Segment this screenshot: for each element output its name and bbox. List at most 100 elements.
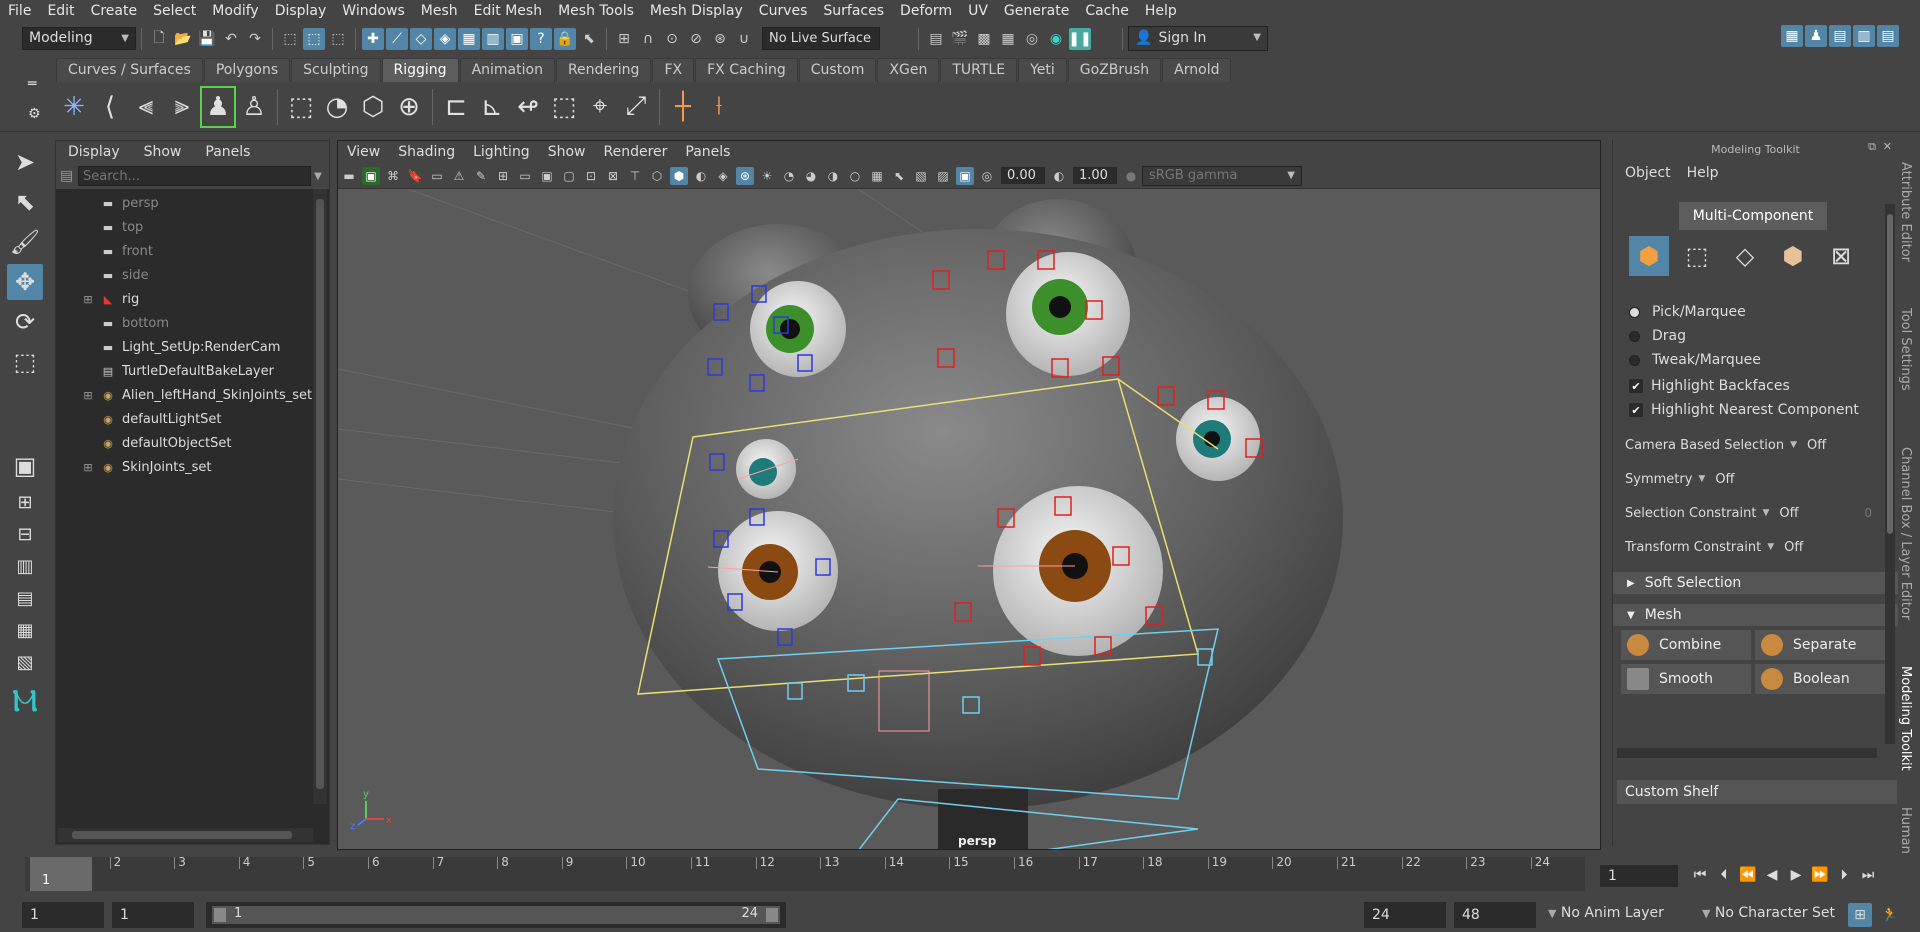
- menu-mesh-display[interactable]: Mesh Display: [642, 0, 751, 22]
- menu-surfaces[interactable]: Surfaces: [815, 0, 892, 22]
- lasso-tool-icon[interactable]: ⬉: [7, 184, 43, 220]
- menu-display[interactable]: Display: [267, 0, 335, 22]
- checkbox[interactable]: ✔: [1629, 403, 1643, 417]
- mesh-section[interactable]: ▼ Mesh: [1613, 604, 1898, 626]
- tool-settings-icon[interactable]: ▥: [1853, 25, 1875, 47]
- side-by-side-icon[interactable]: ⊟: [7, 520, 43, 548]
- menu-modify[interactable]: Modify: [204, 0, 266, 22]
- animation-start-field[interactable]: 1: [22, 902, 104, 928]
- exposure-field[interactable]: 0.00: [1001, 167, 1045, 184]
- menu-cache[interactable]: Cache: [1077, 0, 1137, 22]
- outliner-item[interactable]: ▬ front: [56, 239, 329, 263]
- current-frame-marker[interactable]: 1: [30, 857, 92, 891]
- maya-logo-icon[interactable]: Ⲙ: [7, 681, 43, 719]
- human-ik-icon[interactable]: ♟: [1805, 25, 1827, 47]
- xray-joints-icon[interactable]: ▧: [912, 167, 930, 185]
- filter-icon[interactable]: ▤: [60, 168, 78, 184]
- persp-graph-icon[interactable]: ▥: [7, 552, 43, 580]
- menu-mesh-tools[interactable]: Mesh Tools: [550, 0, 642, 22]
- hypershade-icon[interactable]: ◎: [1021, 28, 1043, 50]
- aim-constraint-icon[interactable]: ⤢: [618, 86, 654, 128]
- shelf-tab-fx[interactable]: FX: [652, 57, 695, 83]
- select-handles-icon[interactable]: ✚: [362, 27, 384, 50]
- menu-file[interactable]: File: [0, 0, 39, 22]
- menu-select[interactable]: Select: [145, 0, 204, 22]
- scrollbar-thumb[interactable]: [316, 199, 324, 789]
- toolkit-vertical-scrollbar[interactable]: [1885, 204, 1895, 744]
- boolean-button[interactable]: Boolean: [1755, 664, 1885, 694]
- outliner-menu-panels[interactable]: Panels: [193, 141, 262, 163]
- expand-icon[interactable]: ⊞: [80, 293, 96, 306]
- range-handle[interactable]: 1 24: [212, 906, 780, 924]
- arnold-render-icon[interactable]: ◉: [1045, 28, 1067, 50]
- animation-end-field[interactable]: 48: [1454, 902, 1536, 928]
- uv-mode-icon[interactable]: ⊠: [1821, 236, 1861, 276]
- selection-mode-option[interactable]: Tweak/Marquee: [1629, 348, 1898, 372]
- outliner-search-input[interactable]: [78, 166, 311, 186]
- channel-box-icon[interactable]: ▤: [1877, 25, 1899, 47]
- open-scene-icon[interactable]: 📂: [172, 28, 194, 50]
- shelf-tab-turtle[interactable]: TURTLE: [940, 57, 1018, 83]
- chevron-down-icon[interactable]: ▼: [1790, 440, 1797, 450]
- outliner-vertical-scrollbar[interactable]: [313, 189, 327, 804]
- animation-prefs-icon[interactable]: 🏃: [1878, 903, 1902, 927]
- radio-button[interactable]: [1629, 354, 1640, 366]
- menu-edit-mesh[interactable]: Edit Mesh: [466, 0, 550, 22]
- quick-rig-icon[interactable]: ⫸: [164, 86, 200, 128]
- bind-skin-icon[interactable]: ⬚: [283, 86, 319, 128]
- shelf-tab-arnold[interactable]: Arnold: [1162, 57, 1232, 83]
- move-tool-icon[interactable]: ✥: [7, 264, 43, 300]
- smooth-button[interactable]: Smooth: [1621, 664, 1751, 694]
- depth-of-field-icon[interactable]: ○: [846, 167, 864, 185]
- menu-curves[interactable]: Curves: [751, 0, 816, 22]
- textured-icon[interactable]: ◈: [714, 167, 732, 185]
- menu-deform[interactable]: Deform: [892, 0, 960, 22]
- live-surface-field[interactable]: No Live Surface: [762, 27, 880, 50]
- shelf-tab-xgen[interactable]: XGen: [877, 57, 940, 83]
- colorspace-dropdown[interactable]: sRGB gamma ▼: [1142, 165, 1302, 186]
- highlight-option[interactable]: ✔ Highlight Backfaces: [1629, 374, 1898, 398]
- gate-mask-icon[interactable]: ▢: [560, 167, 578, 185]
- menuset-dropdown[interactable]: Modeling ▼: [22, 27, 136, 50]
- anim-layer-dropdown[interactable]: ▼ No Anim Layer: [1546, 903, 1696, 927]
- play-backwards-icon[interactable]: ◀: [1760, 863, 1784, 887]
- expand-icon[interactable]: ⊞: [80, 461, 96, 474]
- xray-active-icon[interactable]: ▨: [934, 167, 952, 185]
- soft-selection-section[interactable]: ▶ Soft Selection: [1613, 572, 1898, 594]
- point-constraint-icon[interactable]: ⌖: [582, 86, 618, 128]
- viewport-menu-view[interactable]: View: [338, 141, 389, 163]
- isolate-select-icon[interactable]: ⬉: [890, 167, 908, 185]
- shelf-tab-rigging[interactable]: Rigging: [381, 57, 459, 83]
- radio-button[interactable]: [1629, 306, 1640, 318]
- field-chart-icon[interactable]: ⊡: [582, 167, 600, 185]
- shelf-tab-curves-surfaces[interactable]: Curves / Surfaces: [56, 57, 203, 83]
- playback-end-field[interactable]: 24: [1364, 902, 1446, 928]
- gamma-field[interactable]: 1.00: [1073, 167, 1117, 184]
- step-forward-key-icon[interactable]: ⏵: [1832, 863, 1856, 887]
- outliner-item[interactable]: ▬ side: [56, 263, 329, 287]
- go-to-end-icon[interactable]: ⏭: [1856, 863, 1880, 887]
- menu-create[interactable]: Create: [83, 0, 146, 22]
- object-mode-icon[interactable]: ⬢: [1629, 236, 1669, 276]
- backface-icon[interactable]: ▣: [956, 166, 974, 185]
- select-hierarchy-icon[interactable]: ⬚: [279, 28, 301, 50]
- playback-start-field[interactable]: 1: [112, 902, 194, 928]
- shelf-tab-yeti[interactable]: Yeti: [1018, 57, 1067, 83]
- scale-tool-icon[interactable]: ⬚: [7, 344, 43, 380]
- current-frame-field[interactable]: 1: [1600, 865, 1678, 887]
- checkbox[interactable]: ✔: [1629, 379, 1643, 393]
- render-settings-icon[interactable]: ▤: [925, 28, 947, 50]
- option-value[interactable]: Off: [1715, 472, 1734, 487]
- select-tool-icon[interactable]: ➤: [7, 144, 43, 180]
- outliner-item[interactable]: ⊞ ◣ rig: [56, 287, 329, 311]
- scene-canvas[interactable]: y x z persp: [338, 189, 1601, 850]
- scrollbar-thumb[interactable]: [72, 831, 292, 839]
- sculpt-deformer-icon[interactable]: ⬚: [546, 86, 582, 128]
- toolkit-horizontal-scrollbar[interactable]: [1617, 748, 1877, 758]
- selection-mode-option[interactable]: Drag: [1629, 324, 1898, 348]
- anti-aliasing-icon[interactable]: ◑: [824, 167, 842, 185]
- human-ik-icon[interactable]: ♟: [200, 85, 236, 128]
- select-dynamics-icon[interactable]: ▥: [482, 27, 504, 50]
- attribute-editor-icon[interactable]: ▤: [1829, 25, 1851, 47]
- range-handle-right[interactable]: [766, 908, 778, 922]
